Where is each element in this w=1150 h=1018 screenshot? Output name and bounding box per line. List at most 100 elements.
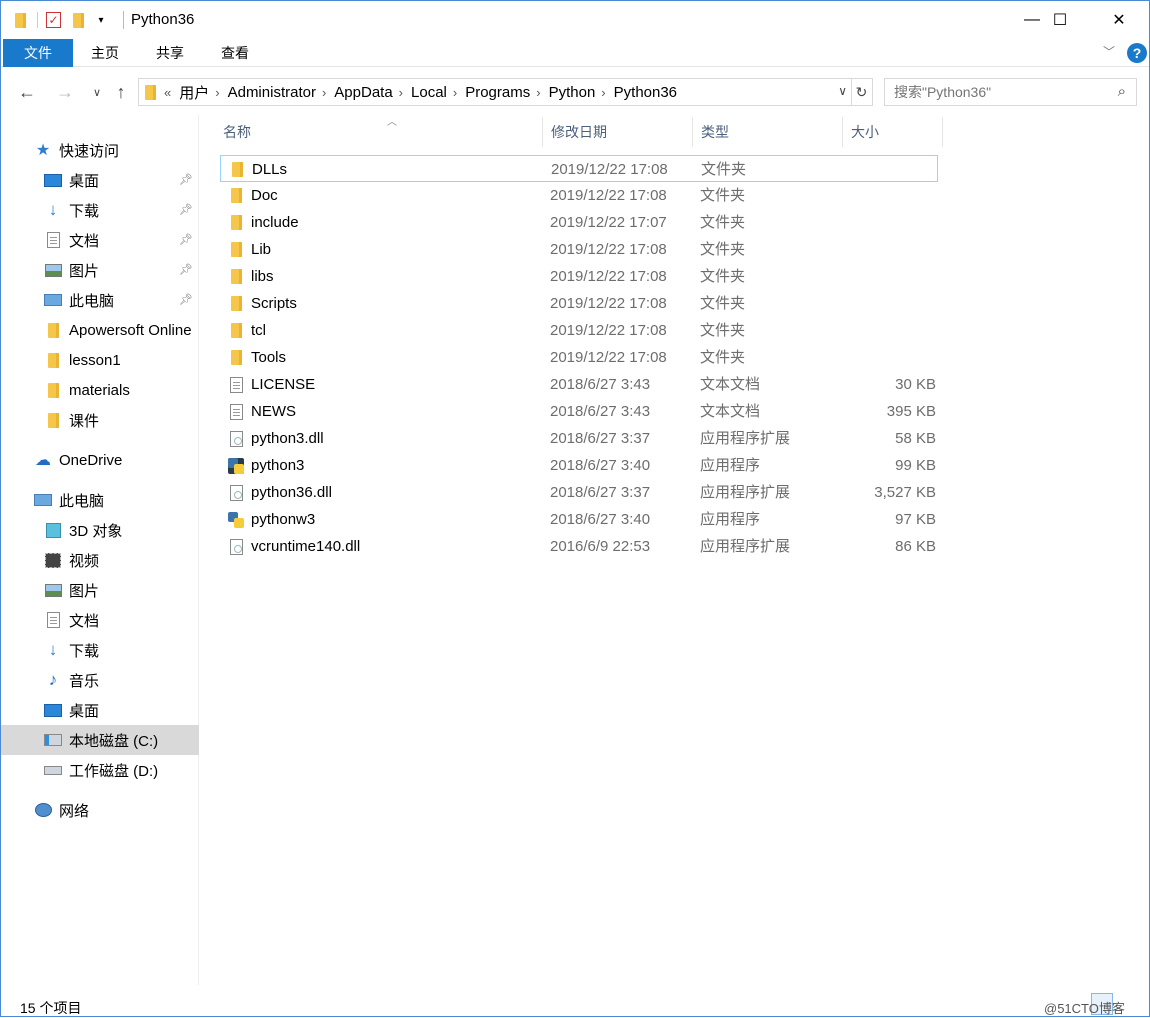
folder-icon bbox=[228, 290, 244, 317]
address-bar[interactable]: « 用户 › Administrator › AppData › Local ›… bbox=[138, 78, 852, 106]
breadcrumb-appdata[interactable]: AppData bbox=[334, 84, 392, 101]
tab-home[interactable]: 主页 bbox=[83, 39, 127, 67]
file-row[interactable]: include 2019/12/22 17:07 文件夹 bbox=[220, 209, 938, 236]
file-size bbox=[846, 290, 936, 317]
pin-icon[interactable]: 📌︎ bbox=[179, 293, 193, 306]
file-type: 文件夹 bbox=[700, 295, 746, 312]
folder-small-icon bbox=[11, 11, 29, 29]
breadcrumb-users[interactable]: 用户 bbox=[179, 82, 209, 103]
refresh-icon[interactable]: ↻ bbox=[851, 78, 873, 106]
tab-view[interactable]: 查看 bbox=[213, 39, 257, 67]
nav-item-music[interactable]: ♪ 音乐 bbox=[1, 665, 199, 695]
help-icon[interactable]: ? bbox=[1127, 43, 1147, 63]
pin-icon[interactable]: 📌︎ bbox=[179, 233, 193, 246]
pin-icon[interactable]: 📌︎ bbox=[179, 173, 193, 186]
breadcrumb-python[interactable]: Python bbox=[549, 84, 596, 101]
file-row[interactable]: Scripts 2019/12/22 17:08 文件夹 bbox=[220, 290, 938, 317]
nav-item-desktop[interactable]: 桌面 📌︎ bbox=[1, 165, 199, 195]
file-row[interactable]: python3.dll 2018/6/27 3:37 应用程序扩展 58 KB bbox=[220, 425, 938, 452]
chevron-right-icon[interactable]: › bbox=[453, 85, 457, 100]
file-row[interactable]: pythonw3 2018/6/27 3:40 应用程序 97 KB bbox=[220, 506, 938, 533]
column-header-name[interactable]: 名称 ︿ bbox=[215, 117, 543, 147]
download-icon: ↓ bbox=[48, 200, 58, 219]
nav-item-desktop-pc[interactable]: 桌面 bbox=[1, 695, 199, 725]
nav-quick-access[interactable]: ★ 快速访问 bbox=[1, 135, 199, 165]
tab-file[interactable]: 文件 bbox=[3, 39, 73, 67]
expand-ribbon-icon[interactable]: ﹀ bbox=[1101, 43, 1117, 60]
chevron-right-icon[interactable]: › bbox=[399, 85, 403, 100]
folder-icon bbox=[228, 263, 244, 290]
breadcrumb-python36[interactable]: Python36 bbox=[614, 84, 677, 101]
forward-arrow-icon[interactable]: → bbox=[54, 81, 76, 103]
back-arrow-icon[interactable]: ← bbox=[16, 81, 38, 103]
up-arrow-icon[interactable]: ↑ bbox=[110, 81, 132, 103]
file-row[interactable]: Doc 2019/12/22 17:08 文件夹 bbox=[220, 182, 938, 209]
file-row[interactable]: tcl 2019/12/22 17:08 文件夹 bbox=[220, 317, 938, 344]
nav-item-courseware[interactable]: 课件 bbox=[1, 405, 199, 435]
file-row[interactable]: python3 2018/6/27 3:40 应用程序 99 KB bbox=[220, 452, 938, 479]
chevron-right-icon[interactable]: › bbox=[536, 85, 540, 100]
address-history-icon[interactable]: ∨ bbox=[838, 84, 847, 98]
file-row[interactable]: python36.dll 2018/6/27 3:37 应用程序扩展 3,527 KB bbox=[220, 479, 938, 506]
new-folder-icon[interactable] bbox=[69, 11, 87, 29]
file-type: 应用程序扩展 bbox=[700, 430, 791, 447]
breadcrumb-overflow[interactable]: « bbox=[164, 85, 171, 100]
nav-onedrive[interactable]: ☁ OneDrive bbox=[1, 445, 199, 475]
customize-toolbar-icon[interactable]: ▾ bbox=[95, 11, 107, 29]
nav-item-downloads-pc[interactable]: ↓ 下载 bbox=[1, 635, 199, 665]
column-header-size[interactable]: 大小 bbox=[843, 117, 943, 147]
file-row[interactable]: NEWS 2018/6/27 3:43 文本文档 395 KB bbox=[220, 398, 938, 425]
file-date: 2018/6/27 3:43 bbox=[550, 376, 651, 393]
chevron-right-icon[interactable]: › bbox=[215, 85, 219, 100]
nav-item-lesson1[interactable]: lesson1 bbox=[1, 345, 199, 375]
nav-item-pictures-pc[interactable]: 图片 bbox=[1, 575, 199, 605]
search-box[interactable]: ⌕ bbox=[884, 78, 1137, 106]
item-count: 15 个项目 bbox=[20, 1000, 82, 1016]
search-input[interactable] bbox=[894, 84, 1104, 100]
file-type: 应用程序扩展 bbox=[700, 484, 791, 501]
maximize-button[interactable]: ☐ bbox=[1031, 1, 1089, 39]
file-row[interactable]: LICENSE 2018/6/27 3:43 文本文档 30 KB bbox=[220, 371, 938, 398]
file-name: libs bbox=[251, 268, 274, 285]
nav-this-pc[interactable]: 此电脑 bbox=[1, 485, 199, 515]
file-date: 2019/12/22 17:08 bbox=[550, 187, 667, 204]
chevron-right-icon[interactable]: › bbox=[322, 85, 326, 100]
pin-icon[interactable]: 📌︎ bbox=[179, 203, 193, 216]
chevron-right-icon[interactable]: › bbox=[601, 85, 605, 100]
pin-icon[interactable]: 📌︎ bbox=[179, 263, 193, 276]
nav-item-downloads[interactable]: ↓ 下载 📌︎ bbox=[1, 195, 199, 225]
nav-item-apowersoft[interactable]: Apowersoft Online bbox=[1, 315, 199, 345]
nav-item-documents[interactable]: 文档 📌︎ bbox=[1, 225, 199, 255]
file-row[interactable]: DLLs 2019/12/22 17:08 文件夹 bbox=[220, 155, 938, 182]
nav-item-materials[interactable]: materials bbox=[1, 375, 199, 405]
file-name: DLLs bbox=[252, 161, 288, 178]
file-name: LICENSE bbox=[251, 376, 316, 393]
nav-item-drive-d[interactable]: 工作磁盘 (D:) bbox=[1, 755, 199, 785]
nav-item-pictures[interactable]: 图片 📌︎ bbox=[1, 255, 199, 285]
file-row[interactable]: Tools 2019/12/22 17:08 文件夹 bbox=[220, 344, 938, 371]
nav-item-videos[interactable]: 视频 bbox=[1, 545, 199, 575]
properties-icon[interactable]: ✓ bbox=[46, 12, 61, 28]
nav-item-3d-objects[interactable]: 3D 对象 bbox=[1, 515, 199, 545]
file-row[interactable]: libs 2019/12/22 17:08 文件夹 bbox=[220, 263, 938, 290]
nav-item-this-pc[interactable]: 此电脑 📌︎ bbox=[1, 285, 199, 315]
folder-icon bbox=[228, 236, 244, 263]
nav-item-drive-c[interactable]: 本地磁盘 (C:) bbox=[1, 725, 199, 755]
file-size bbox=[846, 209, 936, 236]
nav-network[interactable]: 网络 bbox=[1, 795, 199, 825]
breadcrumb-programs[interactable]: Programs bbox=[465, 84, 530, 101]
column-header-type[interactable]: 类型 bbox=[693, 117, 843, 147]
nav-item-documents-pc[interactable]: 文档 bbox=[1, 605, 199, 635]
file-row[interactable]: vcruntime140.dll 2016/6/9 22:53 应用程序扩展 86 K… bbox=[220, 533, 938, 560]
breadcrumb-administrator[interactable]: Administrator bbox=[228, 84, 316, 101]
tab-share[interactable]: 共享 bbox=[148, 39, 192, 67]
file-row[interactable]: Lib 2019/12/22 17:08 文件夹 bbox=[220, 236, 938, 263]
search-icon[interactable]: ⌕ bbox=[1118, 83, 1126, 100]
close-button[interactable]: ✕ bbox=[1090, 1, 1148, 39]
recent-locations-icon[interactable]: ∨ bbox=[86, 81, 108, 103]
sort-ascending-icon: ︿ bbox=[387, 117, 397, 128]
breadcrumb-local[interactable]: Local bbox=[411, 84, 447, 101]
column-header-date[interactable]: 修改日期 bbox=[543, 117, 693, 147]
file-date: 2018/6/27 3:37 bbox=[550, 484, 651, 501]
file-size: 99 KB bbox=[895, 457, 936, 474]
